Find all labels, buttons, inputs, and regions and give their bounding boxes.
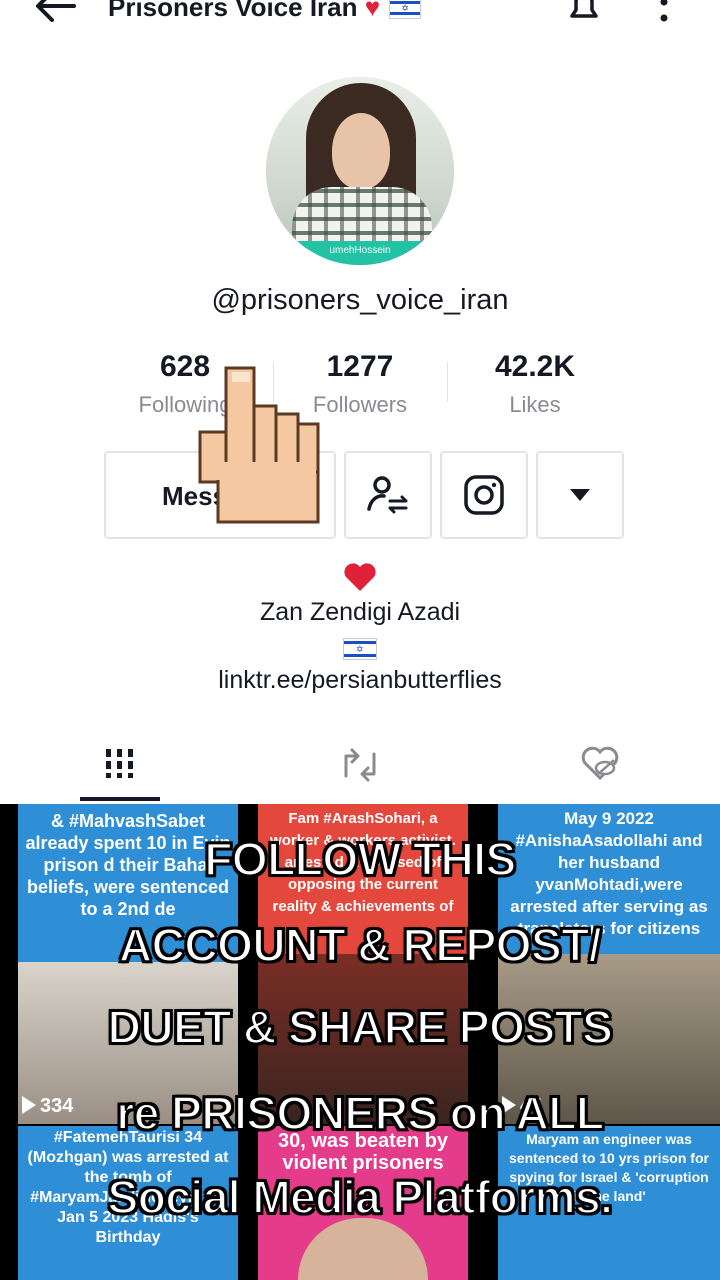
bio-text: Zan Zendigi Azadi bbox=[259, 598, 461, 626]
instagram-icon bbox=[464, 475, 504, 515]
stat-likes[interactable]: 42.2K Likes bbox=[450, 350, 620, 418]
tab-videos[interactable] bbox=[80, 740, 160, 800]
tab-liked[interactable] bbox=[560, 740, 640, 800]
page-title: Prisoners Voice Iran ♥ ✡ bbox=[108, 0, 422, 23]
overlay-caption-line: re PRISONERS on ALL bbox=[115, 1086, 605, 1140]
follow-suggestions-button[interactable] bbox=[344, 451, 432, 539]
top-bar: Prisoners Voice Iran ♥ ✡ bbox=[0, 0, 720, 40]
repost-icon bbox=[344, 748, 376, 782]
title-text: Prisoners Voice Iran bbox=[108, 0, 358, 22]
avatar[interactable]: umehHossein bbox=[266, 77, 454, 265]
username-handle: @prisoners_voice_iran bbox=[211, 284, 509, 316]
heart-icon bbox=[344, 563, 376, 591]
instagram-button[interactable] bbox=[440, 451, 528, 539]
person-swap-icon bbox=[367, 476, 408, 514]
grid-icon bbox=[106, 749, 133, 778]
israel-flag-icon: ✡ bbox=[389, 0, 422, 19]
profile-tabs bbox=[0, 740, 720, 804]
bio-link[interactable]: linktr.ee/persianbutterflies bbox=[0, 666, 720, 695]
bell-icon[interactable] bbox=[562, 0, 606, 28]
overlay-caption-line: Social Media Platforms. bbox=[107, 1170, 614, 1224]
heart-emoji-icon: ♥ bbox=[364, 0, 381, 22]
more-dropdown-button[interactable] bbox=[536, 451, 624, 539]
active-tab-indicator bbox=[80, 797, 160, 801]
overlay-caption-line: FOLLOW THIS bbox=[203, 832, 517, 886]
likes-count: 42.2K bbox=[494, 350, 576, 383]
overlay-caption-line: DUET & SHARE POSTS bbox=[107, 1000, 614, 1054]
caret-down-icon bbox=[570, 489, 590, 501]
stat-divider bbox=[447, 362, 448, 402]
back-arrow-icon[interactable] bbox=[30, 0, 80, 26]
hidden-liked-icon bbox=[581, 746, 619, 781]
likes-label: Likes bbox=[509, 392, 561, 417]
israel-flag-icon: ✡ bbox=[343, 638, 377, 660]
overlay-caption-line: ACCOUNT & REPOST/ bbox=[118, 918, 603, 972]
more-options-icon[interactable] bbox=[656, 0, 672, 28]
pointing-hand-icon bbox=[198, 366, 320, 524]
tab-reposts[interactable] bbox=[320, 740, 400, 800]
avatar-caption: umehHossein bbox=[266, 241, 454, 265]
